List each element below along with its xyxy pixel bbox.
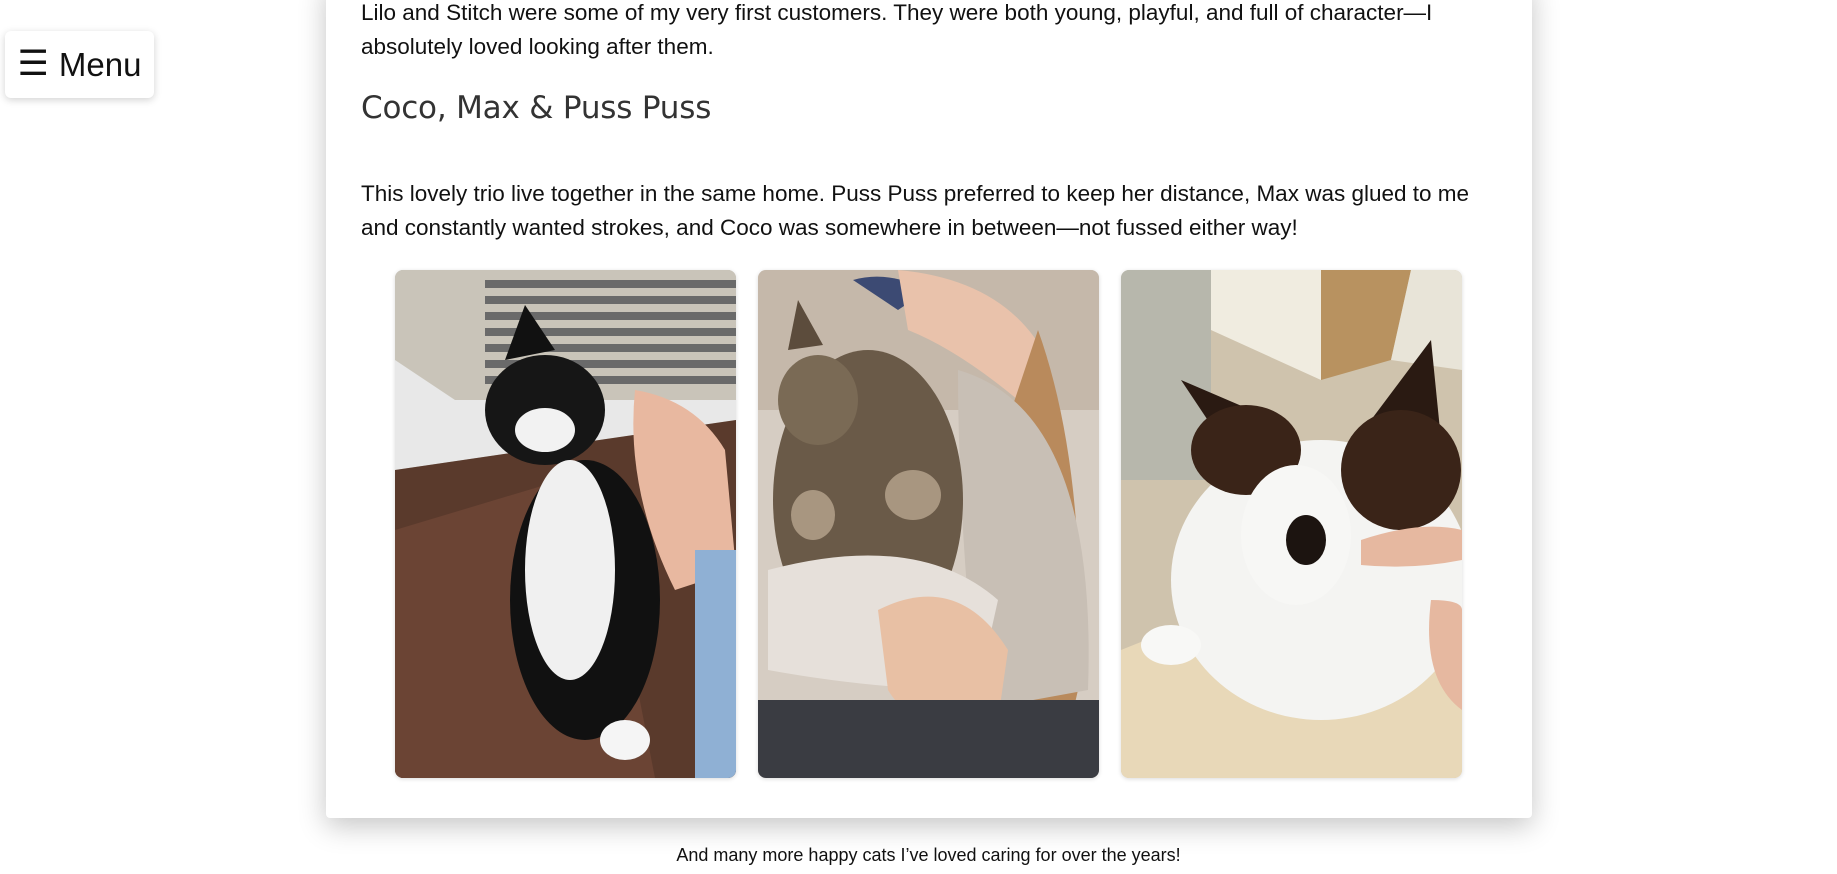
intro-paragraph: Lilo and Stitch were some of my very fir… [361,0,1433,59]
photo-tabby-cat [758,270,1099,778]
content-card: Lilo and Stitch were some of my very fir… [326,0,1532,818]
menu-label: Menu [58,45,142,83]
photo-cat-window [395,270,736,778]
tabby-cat-image [758,270,1099,778]
section-heading: Coco, Max & Puss Puss [361,90,712,126]
menu-button[interactable]: ☰ Menu [5,31,154,98]
cat-window-image [395,270,736,778]
photo-gallery [395,270,1462,778]
section-paragraph: This lovely trio live together in the sa… [361,181,1470,240]
hamburger-icon: ☰ [17,44,49,83]
footer-text: And many more happy cats I’ve loved cari… [676,845,1181,865]
photo-cat-finger [1121,270,1462,778]
cat-finger-image [1121,270,1462,778]
